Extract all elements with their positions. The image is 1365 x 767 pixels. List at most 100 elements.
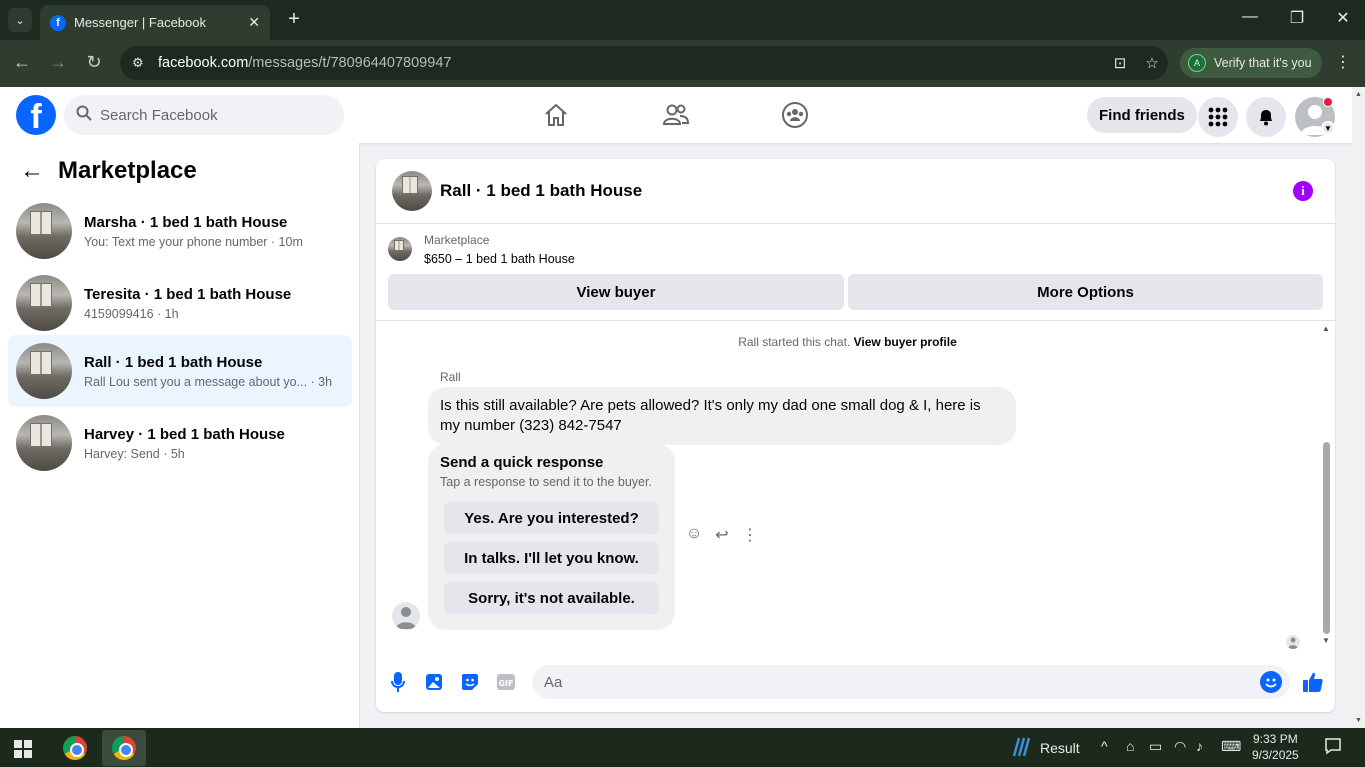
conversation-preview: Rall Lou sent you a message about yo... … — [84, 374, 333, 389]
scroll-down-icon[interactable]: ▼ — [1355, 717, 1362, 724]
listing-description: $650 – 1 bed 1 bath House — [424, 252, 575, 266]
friends-icon[interactable] — [662, 101, 690, 129]
windows-start-icon[interactable] — [14, 740, 32, 758]
conversation-preview: Harvey: Send · 5h — [84, 446, 185, 461]
restore-icon[interactable]: ❐ — [1285, 8, 1309, 28]
back-arrow-icon[interactable]: ← — [20, 157, 44, 185]
photo-icon[interactable] — [423, 671, 445, 693]
conversation-name: Harvey · 1 bed 1 bath House — [84, 425, 285, 443]
like-thumb-icon[interactable] — [1302, 671, 1324, 693]
conversation-sidebar: ← Marketplace Marsha · 1 bed 1 bath Hous… — [0, 143, 360, 728]
url-host: facebook.com — [158, 55, 249, 71]
weather-icon[interactable] — [1010, 736, 1032, 761]
verify-identity-button[interactable]: A Verify that it's you — [1180, 48, 1322, 78]
bookmark-star-icon[interactable]: ☆ — [1136, 54, 1168, 72]
gif-icon[interactable]: GIF — [495, 671, 517, 693]
conversation-item[interactable]: Teresita · 1 bed 1 bath House 4159099416… — [8, 267, 352, 339]
tab-title: Messenger | Facebook — [74, 15, 206, 30]
scroll-up-icon[interactable]: ▲ — [1322, 324, 1330, 333]
view-buyer-profile-link[interactable]: View buyer profile — [854, 335, 957, 349]
battery-icon[interactable]: ▭ — [1149, 738, 1162, 755]
verify-label: Verify that it's you — [1214, 56, 1312, 70]
quick-response-title: Send a quick response — [440, 454, 604, 471]
taskbar-chrome-icon[interactable] — [53, 730, 97, 766]
wifi-icon[interactable]: ◠ — [1174, 738, 1186, 755]
home-icon[interactable] — [542, 101, 570, 129]
facebook-logo-icon[interactable]: f — [16, 95, 56, 135]
windows-taskbar: Result ^ ⌂ ▭ ◠ ♪ ⌨ 9:33 PM 9/3/2025 — [0, 728, 1365, 767]
emoji-icon[interactable] — [1260, 671, 1282, 693]
show-hidden-icons-icon[interactable]: ^ — [1101, 738, 1108, 754]
taskbar-chrome-active-icon[interactable] — [102, 730, 146, 766]
browser-tab-bar: ⌄ f Messenger | Facebook ✕ + — ❐ ✕ — [0, 0, 1365, 40]
scroll-up-icon[interactable]: ▲ — [1355, 91, 1362, 98]
listing-thumbnail — [16, 203, 72, 259]
message-input[interactable] — [544, 673, 1244, 691]
omnibox[interactable]: ⚙ facebook.com/messages/t/78096440780994… — [120, 46, 1168, 80]
more-options-button[interactable]: More Options — [848, 274, 1323, 310]
back-icon[interactable]: ← — [10, 52, 34, 74]
chat-thumbnail[interactable] — [392, 171, 432, 211]
scroll-down-icon[interactable]: ▼ — [1322, 636, 1330, 645]
find-friends-button[interactable]: Find friends — [1087, 97, 1197, 133]
site-info-icon[interactable]: ⚙ — [132, 55, 150, 71]
page-scrollbar[interactable]: ▲ ▼ — [1352, 87, 1365, 728]
search-box[interactable] — [64, 95, 344, 135]
divider — [376, 320, 1335, 321]
forward-icon[interactable]: → — [46, 52, 70, 74]
volume-icon[interactable]: ♪ — [1196, 738, 1203, 754]
conversation-name: Teresita · 1 bed 1 bath House — [84, 285, 292, 303]
quick-response-subtitle: Tap a response to send it to the buyer. — [440, 475, 652, 489]
message-composer[interactable] — [532, 665, 1290, 699]
url-text[interactable]: facebook.com/messages/t/780964407809947 — [158, 55, 1104, 71]
weather-label[interactable]: Result — [1040, 740, 1080, 756]
listing-thumbnail — [16, 415, 72, 471]
groups-icon[interactable] — [781, 101, 809, 129]
conversation-item-active[interactable]: Rall · 1 bed 1 bath House Rall Lou sent … — [8, 335, 352, 407]
browser-tab[interactable]: f Messenger | Facebook ✕ — [40, 5, 270, 40]
minimize-icon[interactable]: — — [1238, 8, 1262, 26]
close-window-icon[interactable]: ✕ — [1331, 8, 1355, 28]
system-clock[interactable]: 9:33 PM 9/3/2025 — [1252, 731, 1299, 763]
conversation-item[interactable]: Harvey · 1 bed 1 bath House Harvey: Send… — [8, 407, 352, 479]
new-tab-icon[interactable]: + — [282, 8, 306, 32]
sidebar-title: Marketplace — [58, 157, 197, 184]
sidebar-header: ← Marketplace — [20, 157, 197, 185]
search-input[interactable] — [100, 106, 320, 124]
search-icon — [76, 105, 92, 125]
menu-grid-icon[interactable] — [1198, 97, 1238, 137]
scroll-thumb[interactable] — [1323, 442, 1330, 634]
microphone-icon[interactable] — [387, 671, 409, 693]
install-app-icon[interactable]: ⊡ — [1104, 54, 1136, 72]
chat-scrollbar[interactable]: ▲ ▼ — [1319, 324, 1333, 649]
quick-response-option[interactable]: In talks. I'll let you know. — [444, 542, 659, 574]
chevron-down-icon[interactable]: ▼ — [1321, 121, 1335, 135]
react-emoji-icon[interactable]: ☺ — [684, 525, 704, 543]
quick-response-option[interactable]: Yes. Are you interested? — [444, 502, 659, 534]
chat-title[interactable]: Rall · 1 bed 1 bath House — [440, 181, 642, 201]
tab-search-icon[interactable]: ⌄ — [8, 8, 32, 32]
conversation-item[interactable]: Marsha · 1 bed 1 bath House You: Text me… — [8, 195, 352, 267]
listing-summary[interactable]: Marketplace $650 – 1 bed 1 bath House — [388, 233, 575, 266]
listing-thumbnail — [16, 275, 72, 331]
browser-menu-icon[interactable]: ⋮ — [1335, 52, 1351, 72]
reply-icon[interactable]: ↩ — [712, 525, 732, 545]
keyboard-icon[interactable]: ⌨ — [1221, 738, 1241, 755]
sender-avatar[interactable] — [392, 602, 420, 630]
quick-response-card: Send a quick response Tap a response to … — [428, 444, 675, 630]
message-bubble[interactable]: Is this still available? Are pets allowe… — [428, 387, 1016, 445]
close-tab-icon[interactable]: ✕ — [248, 14, 260, 31]
info-icon[interactable]: i — [1293, 181, 1313, 201]
tray-device-icon[interactable]: ⌂ — [1126, 738, 1134, 754]
profile-avatar-icon: A — [1188, 54, 1206, 72]
reload-icon[interactable]: ↻ — [82, 52, 106, 74]
sticker-icon[interactable] — [459, 671, 481, 693]
svg-text:GIF: GIF — [498, 679, 513, 688]
clock-time: 9:33 PM — [1253, 732, 1298, 746]
view-buyer-button[interactable]: View buyer — [388, 274, 844, 310]
notification-center-icon[interactable] — [1324, 737, 1342, 758]
notifications-bell-icon[interactable] — [1246, 97, 1286, 137]
url-path: /messages/t/780964407809947 — [248, 55, 452, 71]
quick-response-option[interactable]: Sorry, it's not available. — [444, 582, 659, 614]
more-actions-icon[interactable]: ⋮ — [740, 525, 760, 545]
